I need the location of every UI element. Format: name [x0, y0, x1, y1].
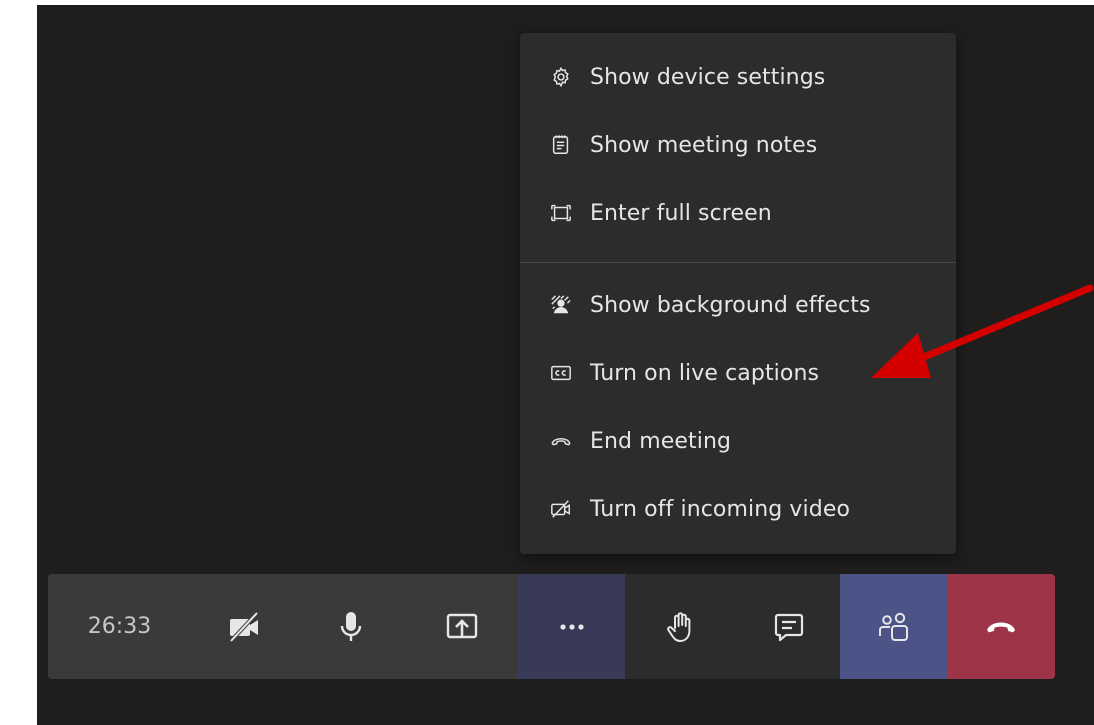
- participants-icon: [878, 612, 908, 641]
- fullscreen-icon: [550, 202, 572, 224]
- menu-item-turn-off-incoming-video[interactable]: Turn off incoming video: [520, 475, 956, 543]
- menu-group-view: Show device settings Show meeting notes: [520, 43, 956, 247]
- hang-up-icon: [987, 622, 1015, 632]
- menu-item-label: End meeting: [590, 428, 732, 454]
- more-options-icon: [559, 623, 584, 630]
- menu-item-full-screen[interactable]: Enter full screen: [520, 179, 956, 247]
- menu-item-live-captions[interactable]: Turn on live captions: [520, 339, 956, 407]
- background-effects-icon: [550, 294, 572, 316]
- video-off-icon: [550, 498, 572, 520]
- menu-item-device-settings[interactable]: Show device settings: [520, 43, 956, 111]
- notes-icon: [550, 134, 572, 156]
- menu-item-label: Turn off incoming video: [590, 496, 851, 522]
- closed-captions-icon: [550, 362, 572, 384]
- camera-off-icon: [229, 611, 259, 642]
- menu-item-label: Turn on live captions: [590, 360, 820, 386]
- menu-item-background-effects[interactable]: Show background effects: [520, 271, 956, 339]
- hang-up-button[interactable]: [947, 574, 1055, 679]
- chat-button[interactable]: [737, 574, 840, 679]
- call-toolbar: 26:33: [48, 574, 1055, 679]
- more-options-button[interactable]: [518, 574, 625, 679]
- more-options-menu: Show device settings Show meeting notes: [520, 33, 956, 554]
- menu-item-meeting-notes[interactable]: Show meeting notes: [520, 111, 956, 179]
- menu-item-end-meeting[interactable]: End meeting: [520, 407, 956, 475]
- microphone-button[interactable]: [297, 574, 405, 679]
- menu-divider: [520, 262, 956, 263]
- gear-icon: [550, 66, 572, 88]
- participants-button[interactable]: [840, 574, 947, 679]
- microphone-icon: [340, 611, 362, 641]
- raise-hand-button[interactable]: [625, 574, 737, 679]
- chat-icon: [774, 613, 803, 641]
- menu-item-label: Show meeting notes: [590, 132, 818, 158]
- camera-toggle-button[interactable]: [191, 574, 297, 679]
- share-screen-icon: [446, 613, 477, 638]
- screenshot-stage: Show device settings Show meeting notes: [0, 0, 1094, 725]
- menu-item-label: Show background effects: [590, 292, 871, 318]
- raise-hand-icon: [667, 611, 691, 642]
- call-timer: 26:33: [48, 574, 191, 679]
- menu-item-label: Enter full screen: [590, 200, 772, 226]
- menu-item-label: Show device settings: [590, 64, 826, 90]
- share-screen-button[interactable]: [405, 574, 518, 679]
- end-call-icon: [550, 430, 572, 452]
- menu-group-meeting: Show background effects Turn on live cap…: [520, 271, 956, 543]
